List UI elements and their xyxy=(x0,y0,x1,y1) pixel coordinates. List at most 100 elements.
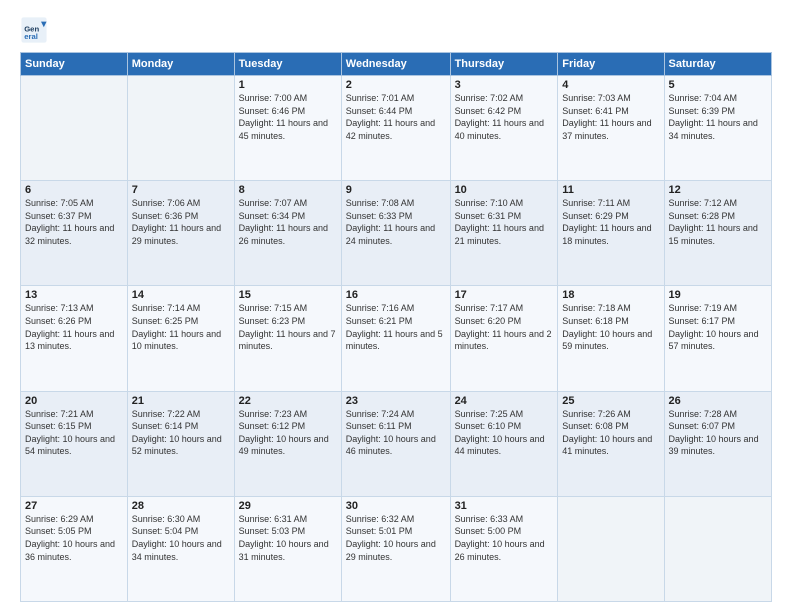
calendar-cell: 20Sunrise: 7:21 AM Sunset: 6:15 PM Dayli… xyxy=(21,391,128,496)
day-info: Sunrise: 7:26 AM Sunset: 6:08 PM Dayligh… xyxy=(562,408,659,458)
day-number: 8 xyxy=(239,184,337,196)
day-info: Sunrise: 7:24 AM Sunset: 6:11 PM Dayligh… xyxy=(346,408,446,458)
day-number: 24 xyxy=(455,395,554,407)
day-of-week-monday: Monday xyxy=(127,53,234,76)
calendar-cell: 6Sunrise: 7:05 AM Sunset: 6:37 PM Daylig… xyxy=(21,181,128,286)
day-of-week-tuesday: Tuesday xyxy=(234,53,341,76)
calendar-cell: 24Sunrise: 7:25 AM Sunset: 6:10 PM Dayli… xyxy=(450,391,558,496)
day-info: Sunrise: 7:03 AM Sunset: 6:41 PM Dayligh… xyxy=(562,92,659,142)
day-number: 2 xyxy=(346,79,446,91)
day-info: Sunrise: 7:04 AM Sunset: 6:39 PM Dayligh… xyxy=(669,92,767,142)
week-row-4: 20Sunrise: 7:21 AM Sunset: 6:15 PM Dayli… xyxy=(21,391,772,496)
day-info: Sunrise: 7:14 AM Sunset: 6:25 PM Dayligh… xyxy=(132,302,230,352)
day-number: 5 xyxy=(669,79,767,91)
calendar-cell: 18Sunrise: 7:18 AM Sunset: 6:18 PM Dayli… xyxy=(558,286,664,391)
day-of-week-sunday: Sunday xyxy=(21,53,128,76)
calendar-cell: 2Sunrise: 7:01 AM Sunset: 6:44 PM Daylig… xyxy=(341,76,450,181)
day-info: Sunrise: 7:01 AM Sunset: 6:44 PM Dayligh… xyxy=(346,92,446,142)
day-number: 27 xyxy=(25,500,123,512)
day-number: 20 xyxy=(25,395,123,407)
calendar-cell: 16Sunrise: 7:16 AM Sunset: 6:21 PM Dayli… xyxy=(341,286,450,391)
day-info: Sunrise: 7:00 AM Sunset: 6:46 PM Dayligh… xyxy=(239,92,337,142)
week-row-3: 13Sunrise: 7:13 AM Sunset: 6:26 PM Dayli… xyxy=(21,286,772,391)
calendar-cell: 1Sunrise: 7:00 AM Sunset: 6:46 PM Daylig… xyxy=(234,76,341,181)
day-of-week-saturday: Saturday xyxy=(664,53,771,76)
calendar-cell: 13Sunrise: 7:13 AM Sunset: 6:26 PM Dayli… xyxy=(21,286,128,391)
day-number: 9 xyxy=(346,184,446,196)
calendar-cell: 29Sunrise: 6:31 AM Sunset: 5:03 PM Dayli… xyxy=(234,496,341,601)
day-info: Sunrise: 7:05 AM Sunset: 6:37 PM Dayligh… xyxy=(25,197,123,247)
day-info: Sunrise: 7:13 AM Sunset: 6:26 PM Dayligh… xyxy=(25,302,123,352)
calendar-cell: 8Sunrise: 7:07 AM Sunset: 6:34 PM Daylig… xyxy=(234,181,341,286)
day-number: 18 xyxy=(562,289,659,301)
calendar-cell xyxy=(664,496,771,601)
day-info: Sunrise: 7:22 AM Sunset: 6:14 PM Dayligh… xyxy=(132,408,230,458)
calendar: SundayMondayTuesdayWednesdayThursdayFrid… xyxy=(20,52,772,602)
calendar-body: 1Sunrise: 7:00 AM Sunset: 6:46 PM Daylig… xyxy=(21,76,772,602)
calendar-cell xyxy=(558,496,664,601)
day-info: Sunrise: 6:29 AM Sunset: 5:05 PM Dayligh… xyxy=(25,513,123,563)
day-info: Sunrise: 7:23 AM Sunset: 6:12 PM Dayligh… xyxy=(239,408,337,458)
calendar-cell: 14Sunrise: 7:14 AM Sunset: 6:25 PM Dayli… xyxy=(127,286,234,391)
day-info: Sunrise: 7:12 AM Sunset: 6:28 PM Dayligh… xyxy=(669,197,767,247)
calendar-cell: 12Sunrise: 7:12 AM Sunset: 6:28 PM Dayli… xyxy=(664,181,771,286)
day-info: Sunrise: 7:16 AM Sunset: 6:21 PM Dayligh… xyxy=(346,302,446,352)
day-number: 1 xyxy=(239,79,337,91)
calendar-cell: 21Sunrise: 7:22 AM Sunset: 6:14 PM Dayli… xyxy=(127,391,234,496)
day-number: 19 xyxy=(669,289,767,301)
day-info: Sunrise: 7:28 AM Sunset: 6:07 PM Dayligh… xyxy=(669,408,767,458)
day-info: Sunrise: 6:31 AM Sunset: 5:03 PM Dayligh… xyxy=(239,513,337,563)
svg-text:eral: eral xyxy=(24,32,38,41)
day-number: 7 xyxy=(132,184,230,196)
day-number: 16 xyxy=(346,289,446,301)
day-number: 22 xyxy=(239,395,337,407)
day-number: 31 xyxy=(455,500,554,512)
day-info: Sunrise: 7:17 AM Sunset: 6:20 PM Dayligh… xyxy=(455,302,554,352)
calendar-cell: 26Sunrise: 7:28 AM Sunset: 6:07 PM Dayli… xyxy=(664,391,771,496)
calendar-cell: 4Sunrise: 7:03 AM Sunset: 6:41 PM Daylig… xyxy=(558,76,664,181)
header: Gen eral xyxy=(20,16,772,44)
calendar-cell: 11Sunrise: 7:11 AM Sunset: 6:29 PM Dayli… xyxy=(558,181,664,286)
day-of-week-thursday: Thursday xyxy=(450,53,558,76)
day-info: Sunrise: 7:25 AM Sunset: 6:10 PM Dayligh… xyxy=(455,408,554,458)
day-number: 14 xyxy=(132,289,230,301)
day-info: Sunrise: 7:18 AM Sunset: 6:18 PM Dayligh… xyxy=(562,302,659,352)
calendar-cell: 7Sunrise: 7:06 AM Sunset: 6:36 PM Daylig… xyxy=(127,181,234,286)
day-info: Sunrise: 7:10 AM Sunset: 6:31 PM Dayligh… xyxy=(455,197,554,247)
day-number: 21 xyxy=(132,395,230,407)
day-info: Sunrise: 7:15 AM Sunset: 6:23 PM Dayligh… xyxy=(239,302,337,352)
day-info: Sunrise: 6:33 AM Sunset: 5:00 PM Dayligh… xyxy=(455,513,554,563)
day-number: 15 xyxy=(239,289,337,301)
calendar-cell: 10Sunrise: 7:10 AM Sunset: 6:31 PM Dayli… xyxy=(450,181,558,286)
calendar-cell: 31Sunrise: 6:33 AM Sunset: 5:00 PM Dayli… xyxy=(450,496,558,601)
day-number: 23 xyxy=(346,395,446,407)
week-row-2: 6Sunrise: 7:05 AM Sunset: 6:37 PM Daylig… xyxy=(21,181,772,286)
calendar-cell: 15Sunrise: 7:15 AM Sunset: 6:23 PM Dayli… xyxy=(234,286,341,391)
day-number: 11 xyxy=(562,184,659,196)
week-row-1: 1Sunrise: 7:00 AM Sunset: 6:46 PM Daylig… xyxy=(21,76,772,181)
day-number: 26 xyxy=(669,395,767,407)
days-of-week-row: SundayMondayTuesdayWednesdayThursdayFrid… xyxy=(21,53,772,76)
calendar-cell: 5Sunrise: 7:04 AM Sunset: 6:39 PM Daylig… xyxy=(664,76,771,181)
day-number: 3 xyxy=(455,79,554,91)
day-number: 4 xyxy=(562,79,659,91)
day-number: 17 xyxy=(455,289,554,301)
day-info: Sunrise: 7:21 AM Sunset: 6:15 PM Dayligh… xyxy=(25,408,123,458)
day-number: 10 xyxy=(455,184,554,196)
day-info: Sunrise: 7:02 AM Sunset: 6:42 PM Dayligh… xyxy=(455,92,554,142)
day-number: 29 xyxy=(239,500,337,512)
day-number: 13 xyxy=(25,289,123,301)
day-number: 12 xyxy=(669,184,767,196)
calendar-cell xyxy=(127,76,234,181)
calendar-cell: 23Sunrise: 7:24 AM Sunset: 6:11 PM Dayli… xyxy=(341,391,450,496)
day-info: Sunrise: 7:06 AM Sunset: 6:36 PM Dayligh… xyxy=(132,197,230,247)
calendar-cell: 28Sunrise: 6:30 AM Sunset: 5:04 PM Dayli… xyxy=(127,496,234,601)
day-number: 6 xyxy=(25,184,123,196)
calendar-cell: 22Sunrise: 7:23 AM Sunset: 6:12 PM Dayli… xyxy=(234,391,341,496)
day-info: Sunrise: 7:11 AM Sunset: 6:29 PM Dayligh… xyxy=(562,197,659,247)
calendar-cell: 17Sunrise: 7:17 AM Sunset: 6:20 PM Dayli… xyxy=(450,286,558,391)
day-of-week-friday: Friday xyxy=(558,53,664,76)
day-info: Sunrise: 7:19 AM Sunset: 6:17 PM Dayligh… xyxy=(669,302,767,352)
logo: Gen eral xyxy=(20,16,50,44)
day-of-week-wednesday: Wednesday xyxy=(341,53,450,76)
